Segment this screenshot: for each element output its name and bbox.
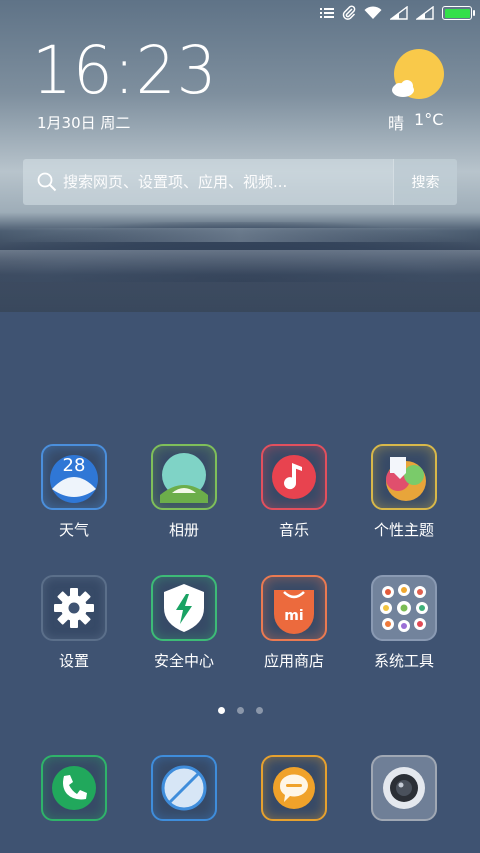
app-label: 个性主题 [373, 521, 434, 539]
messages-app-icon [261, 755, 327, 821]
app-themes[interactable]: 个性主题 [356, 444, 452, 540]
status-bar [0, 0, 480, 26]
weather-app-icon: 28 [41, 444, 107, 510]
svg-text:mi: mi [284, 608, 303, 624]
app-music[interactable]: 音乐 [246, 444, 342, 540]
gallery-app-icon [151, 444, 217, 510]
battery-icon [442, 6, 475, 20]
app-label: 音乐 [278, 521, 309, 539]
camera-app-icon [371, 755, 437, 821]
security-app-icon [151, 575, 217, 641]
app-label: 相册 [168, 521, 199, 539]
app-gallery[interactable]: 相册 [136, 444, 232, 540]
music-app-icon [261, 444, 327, 510]
attachment-icon [342, 5, 356, 21]
page-indicator[interactable] [0, 707, 480, 714]
wifi-icon [364, 6, 382, 20]
app-label: 系统工具 [373, 652, 434, 670]
sea-sheen [0, 228, 480, 242]
clock-date[interactable]: 1月30日 周二 [37, 112, 130, 133]
app-label: 设置 [58, 652, 89, 670]
clock-time[interactable]: 16:23 [32, 38, 217, 104]
system-tools-folder-icon [371, 575, 437, 641]
app-store[interactable]: mi 应用商店 [246, 575, 342, 671]
page-dot-active[interactable] [217, 707, 225, 714]
folder-system-tools[interactable]: 系统工具 [356, 575, 452, 671]
dock-messages[interactable] [246, 755, 342, 821]
search-input[interactable] [63, 159, 393, 205]
app-store-icon: mi [261, 575, 327, 641]
settings-app-icon [41, 575, 107, 641]
weather-condition: 晴 [388, 114, 405, 133]
app-label: 天气 [58, 521, 89, 539]
app-label: 安全中心 [153, 652, 214, 670]
weather-temperature: 1°C [414, 110, 444, 129]
search-bar: 搜索 [23, 159, 457, 205]
app-label: 应用商店 [263, 652, 324, 670]
app-security[interactable]: 安全中心 [136, 575, 232, 671]
weather-date-badge: 28 [63, 455, 86, 476]
page-dot[interactable] [236, 707, 244, 714]
signal-icon [416, 6, 434, 20]
battery-level [444, 8, 470, 18]
search-button[interactable]: 搜索 [393, 159, 457, 205]
dock-phone[interactable] [26, 755, 122, 821]
phone-app-icon [41, 755, 107, 821]
app-weather[interactable]: 28 天气 [26, 444, 122, 540]
list-icon [320, 7, 334, 19]
weather-summary[interactable]: 晴 1°C [388, 110, 443, 134]
signal-icon [390, 6, 408, 20]
sun-cloud-icon[interactable] [389, 48, 445, 104]
dock-camera[interactable] [356, 755, 452, 821]
app-settings[interactable]: 设置 [26, 575, 122, 671]
themes-app-icon [371, 444, 437, 510]
search-icon [37, 172, 57, 192]
page-dot[interactable] [255, 707, 263, 714]
browser-app-icon [151, 755, 217, 821]
sea-surface [0, 250, 480, 312]
dock-browser[interactable] [136, 755, 232, 821]
